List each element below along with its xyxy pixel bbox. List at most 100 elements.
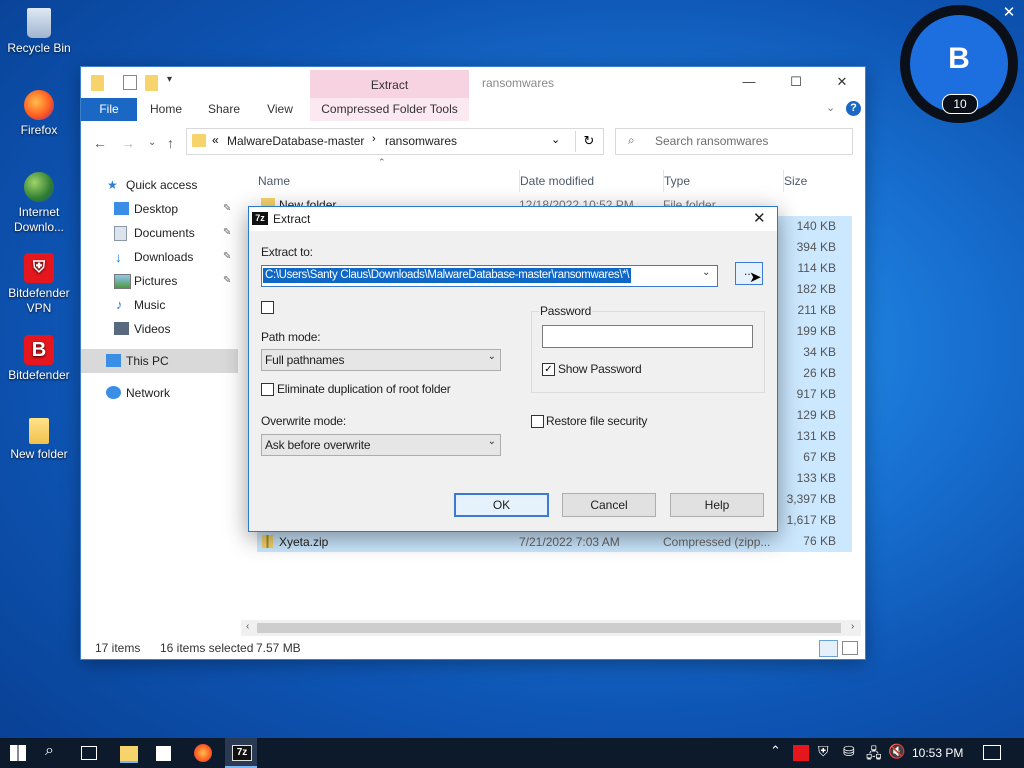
refresh-icon[interactable]: ↻ (575, 131, 602, 152)
file-size: 394 KB (796, 240, 836, 254)
close-icon[interactable]: ✕ (1000, 4, 1018, 22)
tab-view[interactable]: View (257, 98, 303, 121)
address-row: ← → ⌄ ↑ « MalwareDatabase-master › ranso… (81, 121, 865, 161)
file-name: Xyeta.zip (279, 535, 329, 549)
table-row[interactable]: Xyeta.zip 7/21/2022 7:03 AM Compressed (… (257, 531, 852, 552)
show-password-checkbox[interactable]: ✓ (542, 363, 555, 376)
properties-icon[interactable] (123, 75, 137, 90)
desktop-icon-firefox[interactable]: Firefox (0, 90, 78, 138)
ok-button[interactable]: OK (454, 493, 549, 517)
taskbar: ⌕ 7z ⌃ ⛨ ⛁ 🖧 🔇 10:53 PM (0, 738, 1024, 768)
desktop-icon-internet-download[interactable]: Internet Downlo... (0, 172, 78, 235)
start-icon[interactable] (10, 745, 26, 761)
address-dropdown-icon[interactable]: ⌄ (551, 133, 560, 146)
quick-access-dropdown-icon[interactable]: ▾ (167, 74, 172, 85)
tab-file[interactable]: File (81, 98, 137, 121)
forward-icon[interactable]: → (121, 135, 135, 151)
column-header-name[interactable]: Name (258, 170, 508, 192)
restore-file-security-checkbox[interactable] (531, 415, 544, 428)
overwrite-mode-select[interactable]: Ask before overwrite ⌄ (261, 434, 501, 456)
nav-item-music[interactable]: ♪ Music (81, 293, 238, 317)
horizontal-scrollbar[interactable]: ‹ › (241, 620, 861, 636)
volume-muted-icon[interactable]: 🔇 (888, 743, 905, 760)
password-group-label: Password (539, 304, 593, 318)
breadcrumb-chevron[interactable]: « (212, 133, 219, 147)
storage-icon[interactable]: ⛁ (843, 743, 855, 760)
clock[interactable]: 10:53 PM (912, 746, 963, 760)
search-icon[interactable]: ⌕ (45, 742, 54, 760)
path-mode-select[interactable]: Full pathnames ⌄ (261, 349, 501, 371)
scroll-left-icon[interactable]: ‹ (246, 621, 249, 632)
column-header-size[interactable]: Size (783, 170, 859, 192)
ribbon-expand-icon[interactable]: ⌄ (826, 101, 835, 114)
path-mode-label: Path mode: (261, 330, 321, 344)
chevron-up-icon[interactable]: ⌃ (770, 743, 781, 759)
firefox-taskbar-icon[interactable] (194, 744, 212, 762)
chevron-down-icon[interactable]: ⌄ (702, 267, 710, 278)
nav-label: Network (126, 386, 171, 400)
nav-item-documents[interactable]: Documents ✎ (81, 221, 238, 245)
password-input[interactable] (542, 325, 753, 348)
nav-item-desktop[interactable]: Desktop ✎ (81, 197, 238, 221)
desktop-icon-bitdefender[interactable]: B Bitdefender (0, 335, 78, 383)
nav-item-downloads[interactable]: ↓ Downloads ✎ (81, 245, 238, 269)
tab-home[interactable]: Home (143, 98, 189, 121)
extract-to-field[interactable]: C:\Users\Santy Claus\Downloads\MalwareDa… (261, 265, 718, 287)
shield-icon[interactable]: ⛨ (818, 743, 829, 760)
desktop-icon-bitdefender-vpn[interactable]: ⛨ Bitdefender VPN (0, 253, 78, 316)
breadcrumb-item-malwaredatabase[interactable]: MalwareDatabase-master (227, 134, 364, 148)
search-bar[interactable]: ⌕ Search ransomwares (615, 128, 853, 155)
nav-item-network[interactable]: Network (81, 381, 238, 405)
unnamed-checkbox[interactable] (261, 301, 274, 314)
contextual-tab-extract[interactable]: Extract (310, 70, 469, 98)
file-size: 199 KB (796, 324, 836, 338)
recent-dropdown-icon[interactable]: ⌄ (148, 137, 156, 148)
network-icon[interactable]: 🖧 (866, 743, 882, 767)
maximize-button[interactable]: ☐ (785, 72, 807, 92)
antivirus-tray-icon[interactable] (793, 745, 809, 761)
nav-item-this-pc[interactable]: This PC (81, 349, 238, 373)
desktop-icon-new-folder[interactable]: New folder (0, 418, 78, 462)
nav-item-pictures[interactable]: Pictures ✎ (81, 269, 238, 293)
cancel-button[interactable]: Cancel (562, 493, 656, 517)
breadcrumb-item-ransomwares[interactable]: ransomwares (385, 134, 457, 148)
scroll-thumb[interactable] (257, 623, 841, 633)
videos-icon (114, 322, 129, 335)
eliminate-duplication-checkbox[interactable] (261, 383, 274, 396)
file-size: 131 KB (796, 429, 836, 443)
folder-icon (29, 418, 49, 444)
search-input[interactable]: Search ransomwares (655, 134, 768, 148)
file-explorer-taskbar-icon[interactable] (120, 746, 138, 763)
tab-share[interactable]: Share (201, 98, 247, 121)
nav-label: Downloads (134, 250, 194, 264)
desktop-icon-recycle-bin[interactable]: Recycle Bin (0, 8, 78, 56)
nav-label: Videos (134, 322, 171, 336)
nav-label: Desktop (134, 202, 179, 216)
nav-item-quick-access[interactable]: ★ Quick access (81, 173, 238, 197)
up-icon[interactable]: ↑ (167, 135, 174, 151)
store-icon[interactable] (156, 746, 171, 761)
notification-widget[interactable]: B 10 (900, 5, 1018, 123)
back-icon[interactable]: ← (93, 135, 107, 151)
sort-indicator-icon: ⌃ (378, 157, 386, 167)
restore-file-security-label: Restore file security (546, 414, 648, 428)
ribbon-tabs: File Home Share View Compressed Folder T… (81, 98, 865, 122)
seven-zip-taskbar-icon[interactable]: 7z (225, 738, 257, 768)
help-button[interactable]: Help (670, 493, 764, 517)
tab-compressed-folder-tools[interactable]: Compressed Folder Tools (310, 98, 469, 121)
column-header-type[interactable]: Type (663, 170, 774, 192)
task-view-icon[interactable] (81, 746, 97, 760)
column-header-date-modified[interactable]: Date modified (519, 170, 660, 192)
notifications-icon[interactable] (983, 745, 1001, 760)
new-folder-icon[interactable] (145, 75, 158, 91)
large-icons-view-icon[interactable] (842, 641, 858, 655)
help-icon[interactable]: ? (846, 101, 861, 116)
close-button[interactable]: ✕ (831, 72, 853, 92)
details-view-icon[interactable] (819, 640, 838, 657)
scroll-right-icon[interactable]: › (851, 621, 854, 632)
extract-to-input[interactable]: C:\Users\Santy Claus\Downloads\MalwareDa… (263, 268, 632, 283)
minimize-button[interactable]: — (738, 72, 760, 92)
close-icon[interactable]: ✕ (753, 209, 766, 227)
address-bar[interactable]: « MalwareDatabase-master › ransomwares ⌄… (186, 128, 604, 155)
nav-item-videos[interactable]: Videos (81, 317, 238, 341)
